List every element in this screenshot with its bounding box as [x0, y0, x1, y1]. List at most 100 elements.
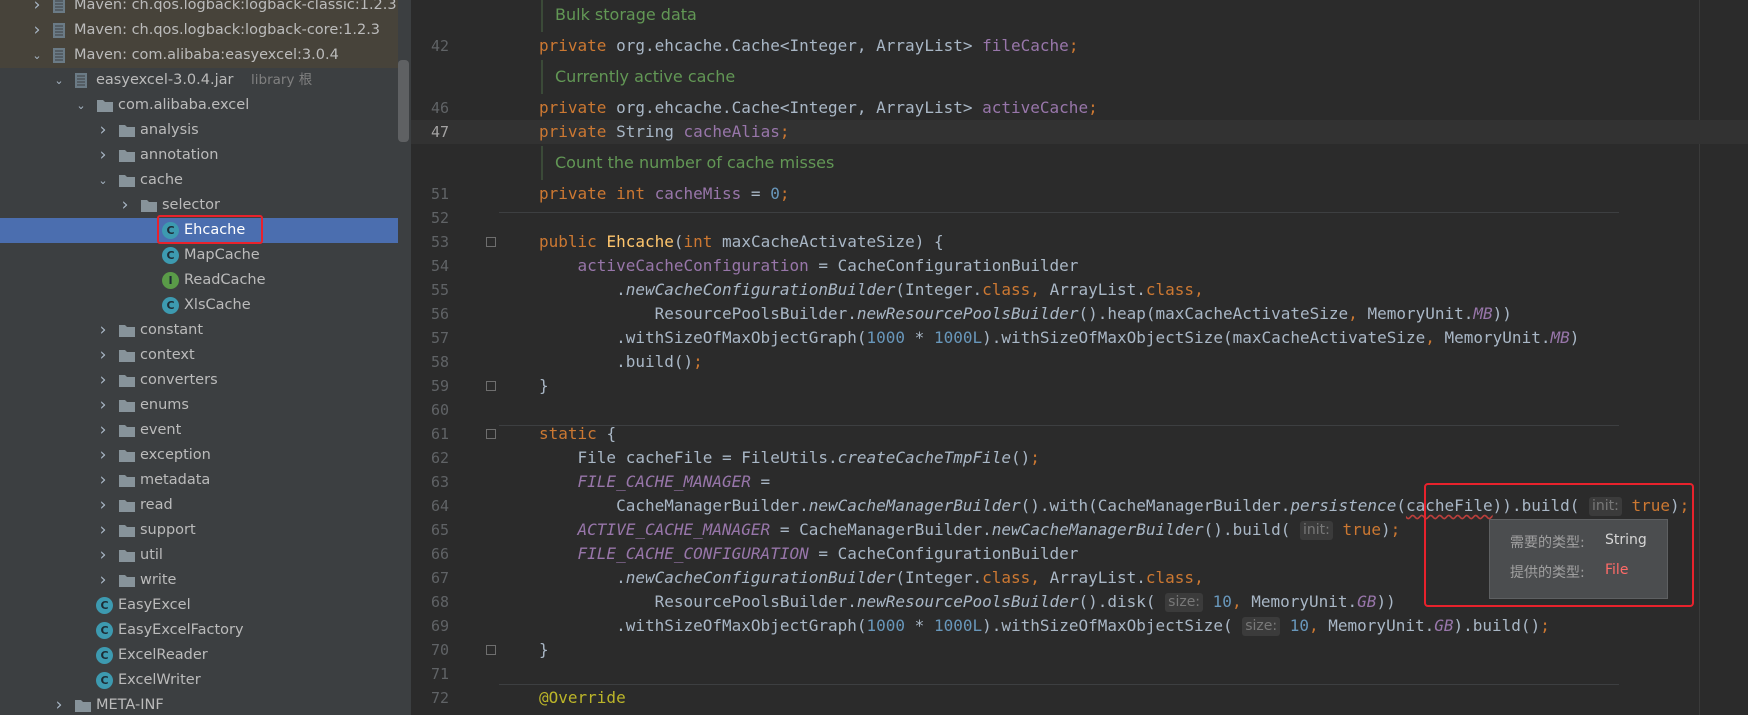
chevron-right-icon[interactable]: › [96, 418, 110, 443]
code-token: ResourcePoolsBuilder. [539, 304, 857, 323]
code-line[interactable]: ResourcePoolsBuilder.newResourcePoolsBui… [539, 302, 1512, 326]
code-line[interactable]: .build(); [539, 350, 703, 374]
tree-item-com-alibaba-excel[interactable]: ⌄ com.alibaba.excel [0, 93, 398, 118]
tree-item-util[interactable]: › util [0, 543, 398, 568]
code-line[interactable]: .newCacheConfigurationBuilder(Integer.cl… [539, 278, 1204, 302]
code-token: ACTIVE_CACHE_MANAGER [577, 520, 771, 539]
code-line[interactable]: .withSizeOfMaxObjectGraph(1000 * 1000L).… [539, 614, 1550, 638]
tree-item-readcache[interactable]: I ReadCache [0, 268, 398, 293]
line-number: 72 [430, 689, 449, 707]
code-token: ( [673, 232, 684, 251]
tree-item-converters[interactable]: › converters [0, 368, 398, 393]
tree-item-read[interactable]: › read [0, 493, 398, 518]
fold-marker-icon[interactable] [486, 429, 496, 439]
package-icon [118, 323, 136, 338]
tree-item-meta-inf[interactable]: › META-INF [0, 693, 398, 715]
code-line[interactable]: @Override [539, 686, 626, 710]
code-line[interactable]: private org.ehcache.Cache<Integer, Array… [539, 34, 1078, 58]
tree-item-context[interactable]: › context [0, 343, 398, 368]
fold-marker-icon[interactable] [486, 237, 496, 247]
code-token: class [1145, 280, 1195, 299]
fold-marker-icon[interactable] [486, 381, 496, 391]
code-line[interactable]: .newCacheConfigurationBuilder(Integer.cl… [539, 566, 1204, 590]
tree-item-easyexcel[interactable]: C EasyExcel [0, 593, 398, 618]
tree-item-label: constant [140, 322, 204, 338]
tree-item-metadata[interactable]: › metadata [0, 468, 398, 493]
tree-item-excelreader[interactable]: C ExcelReader [0, 643, 398, 668]
method-separator [499, 425, 1619, 426]
code-token: public [539, 232, 607, 251]
tree-item-easyexcel-3-0-4-jar[interactable]: ⌄ easyexcel-3.0.4.jar library 根 [0, 68, 398, 93]
code-token: MemoryUnit. [1444, 328, 1551, 347]
chevron-down-icon[interactable]: ⌄ [96, 168, 110, 193]
chevron-right-icon[interactable]: › [30, 18, 44, 43]
code-line[interactable]: FILE_CACHE_MANAGER = [539, 470, 771, 494]
code-line[interactable]: } [539, 638, 549, 662]
tree-item-constant[interactable]: › constant [0, 318, 398, 343]
tooltip-highlight-box [1424, 483, 1694, 607]
line-number: 68 [430, 593, 449, 611]
chevron-right-icon[interactable]: › [96, 143, 110, 168]
package-icon [118, 523, 136, 538]
code-line[interactable]: } [539, 374, 549, 398]
line-number: 57 [430, 329, 449, 347]
tree-item-exception[interactable]: › exception [0, 443, 398, 468]
code-editor[interactable]: Bulk storage data 42 private org.ehcache.C… [411, 0, 1748, 715]
code-line[interactable]: private String cacheAlias; [539, 120, 789, 144]
tree-item-excelwriter[interactable]: C ExcelWriter [0, 668, 398, 693]
tree-item-ehcache[interactable]: C Ehcache [0, 215, 398, 244]
tree-item-xlscache[interactable]: C XlsCache [0, 293, 398, 318]
package-icon [118, 448, 136, 463]
chevron-right-icon[interactable]: › [96, 118, 110, 143]
project-tree[interactable]: › Maven: ch.qos.logback:logback-classic:1… [0, 0, 411, 715]
tree-item-analysis[interactable]: › analysis [0, 118, 398, 143]
tree-item-easyexcelfactory[interactable]: C EasyExcelFactory [0, 618, 398, 643]
chevron-down-icon[interactable]: ⌄ [30, 43, 44, 68]
chevron-right-icon[interactable]: › [96, 443, 110, 468]
tree-item-maven-ch-qos-logback-logback-core-1-2-3[interactable]: › Maven: ch.qos.logback:logback-core:1.2.… [0, 18, 398, 43]
chevron-right-icon[interactable]: › [52, 693, 66, 715]
line-number: 63 [430, 473, 449, 491]
tree-scrollbar[interactable] [398, 60, 409, 142]
code-token: = CacheManagerBuilder. [770, 520, 992, 539]
code-line[interactable]: activeCacheConfiguration = CacheConfigur… [539, 254, 1079, 278]
chevron-right-icon[interactable]: › [96, 468, 110, 493]
chevron-right-icon[interactable]: › [96, 318, 110, 343]
tree-item-label: enums [140, 397, 189, 413]
chevron-right-icon[interactable]: › [96, 568, 110, 593]
class-icon: C [96, 672, 113, 689]
tree-item-cache[interactable]: ⌄ cache [0, 168, 398, 193]
tree-item-write[interactable]: › write [0, 568, 398, 593]
class-icon: C [96, 597, 113, 614]
tree-item-mapcache[interactable]: C MapCache [0, 243, 398, 268]
chevron-right-icon[interactable]: › [118, 193, 132, 218]
fold-marker-icon[interactable] [486, 645, 496, 655]
code-token: newCacheManagerBuilder [991, 520, 1204, 539]
code-line[interactable]: private int cacheMiss = 0; [539, 182, 789, 206]
tree-item-support[interactable]: › support [0, 518, 398, 543]
code-line[interactable]: File cacheFile = FileUtils.createCacheTm… [539, 446, 1040, 470]
code-line[interactable]: ACTIVE_CACHE_MANAGER = CacheManagerBuild… [539, 518, 1400, 542]
tree-item-annotation[interactable]: › annotation [0, 143, 398, 168]
chevron-right-icon[interactable]: › [96, 543, 110, 568]
code-line[interactable]: private org.ehcache.Cache<Integer, Array… [539, 96, 1098, 120]
tree-item-event[interactable]: › event [0, 418, 398, 443]
chevron-right-icon[interactable]: › [96, 368, 110, 393]
chevron-right-icon[interactable]: › [96, 493, 110, 518]
tree-item-label: ExcelReader [118, 647, 208, 663]
code-line[interactable]: ResourcePoolsBuilder.newResourcePoolsBui… [539, 590, 1396, 614]
code-line[interactable]: public Ehcache(int maxCacheActivateSize)… [539, 230, 944, 254]
chevron-right-icon[interactable]: › [96, 393, 110, 418]
chevron-down-icon[interactable]: ⌄ [52, 68, 66, 93]
code-line[interactable]: FILE_CACHE_CONFIGURATION = CacheConfigur… [539, 542, 1079, 566]
chevron-right-icon[interactable]: › [30, 0, 44, 18]
chevron-down-icon[interactable]: ⌄ [74, 93, 88, 118]
chevron-right-icon[interactable]: › [96, 343, 110, 368]
tree-item-maven-ch-qos-logback-logback-classic-1-2-3[interactable]: › Maven: ch.qos.logback:logback-classic:1… [0, 0, 398, 18]
code-line[interactable]: .withSizeOfMaxObjectGraph(1000 * 1000L).… [539, 326, 1579, 350]
tree-item-enums[interactable]: › enums [0, 393, 398, 418]
chevron-right-icon[interactable]: › [96, 518, 110, 543]
code-token: ().build( [1203, 520, 1300, 539]
tree-item-maven-com-alibaba-easyexcel-3-0-4[interactable]: ⌄ Maven: com.alibaba:easyexcel:3.0.4 [0, 43, 398, 68]
